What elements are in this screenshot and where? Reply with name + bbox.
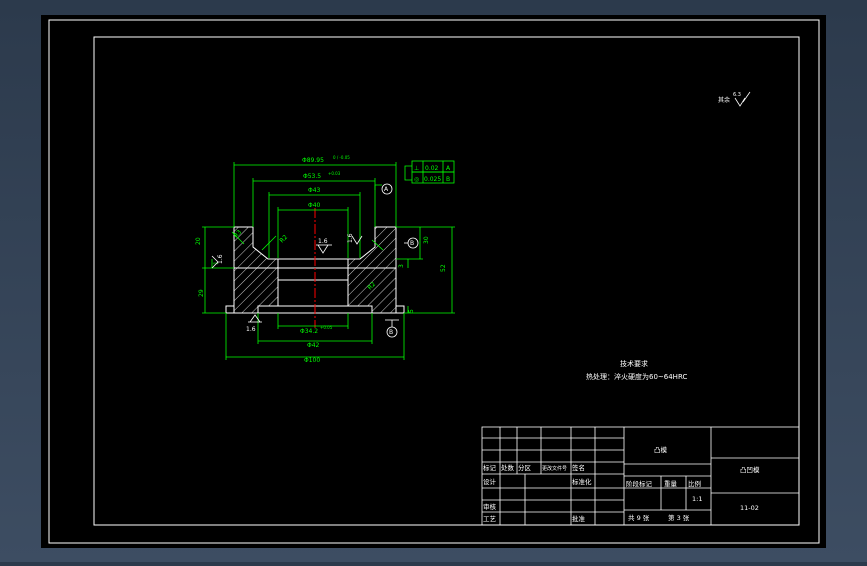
tol1-symbol: ⊥ xyxy=(414,165,419,172)
dim-right-bottom: 5 xyxy=(408,309,415,313)
label-review: 审核 xyxy=(483,502,497,511)
dim-right-total: 52 xyxy=(440,264,447,272)
roughness-note: 其余 xyxy=(718,96,730,104)
label-count: 处数 xyxy=(501,463,515,472)
label-standard: 标准化 xyxy=(572,477,592,486)
tech-req-title: 技术要求 xyxy=(620,359,648,368)
tolerance-frames: ⊥ 0.02 A ◎ 0.025 B xyxy=(404,160,455,184)
cad-drawing-viewport[interactable]: Φ89.95 0 / -0.05 Φ53.5 +0.03 Φ43 Φ40 Φ34… xyxy=(0,0,867,562)
label-change-doc: 更改文件号 xyxy=(542,465,567,472)
material-no: 11-02 xyxy=(740,504,759,512)
dim-mid-top-tol: +0.03 xyxy=(328,171,341,176)
label-process: 工艺 xyxy=(483,515,497,523)
tech-req-line: 热处理：淬火硬度为60~64HRC xyxy=(586,372,687,381)
roughness-r4: 1.6 xyxy=(246,326,256,333)
roughness-r3: 1.6 xyxy=(217,254,224,264)
tol2-value: 0.025 xyxy=(424,176,441,183)
roughness-note-value: 6.3 xyxy=(733,92,741,98)
label-zone: 分区 xyxy=(518,463,532,472)
dim-bottom-bore: Φ34.2 xyxy=(300,328,318,335)
dim-right-step: 3 xyxy=(398,264,405,268)
label-ratio: 比例 xyxy=(688,479,701,488)
label-approve: 批准 xyxy=(572,514,586,523)
datum-b: B xyxy=(389,329,393,336)
label-stage-mark: 阶段标记 xyxy=(626,479,653,488)
label-sign: 签名 xyxy=(572,463,585,472)
dim-mid-top: Φ53.5 xyxy=(303,173,321,180)
label-sheet-total: 共 9 张 xyxy=(628,513,650,522)
scale-value: 1:1 xyxy=(692,495,702,503)
label-mark: 标记 xyxy=(483,463,497,472)
roughness-r1: 1.6 xyxy=(318,238,328,245)
tol1-value: 0.02 xyxy=(425,165,439,172)
dim-bottom-mid: Φ42 xyxy=(307,342,320,349)
dim-outer-top: Φ89.95 xyxy=(302,157,324,164)
dim-left-lower: 29 xyxy=(198,289,205,297)
part-name: 凸模 xyxy=(654,445,668,454)
label-weight: 重量 xyxy=(664,480,678,488)
roughness-r2: 1.6 xyxy=(347,233,354,243)
drawing-name: 凸凹模 xyxy=(740,465,760,474)
label-sheet-no: 第 3 张 xyxy=(668,513,690,522)
dim-left-height: 20 xyxy=(195,237,202,245)
dim-bore2: Φ40 xyxy=(308,202,321,209)
drawing-sheet xyxy=(41,15,826,548)
drawing-canvas: Φ89.95 0 / -0.05 Φ53.5 +0.03 Φ43 Φ40 Φ34… xyxy=(41,15,826,548)
dim-bottom-outer: Φ100 xyxy=(304,357,320,364)
label-design: 设计 xyxy=(483,477,497,486)
dim-outer-top-tol: 0 / -0.05 xyxy=(333,155,350,160)
dim-right-top: 30 xyxy=(423,236,430,244)
dim-bottom-bore-tol: +0.05 xyxy=(320,325,333,330)
datum-c: B xyxy=(410,240,414,247)
dim-bore1: Φ43 xyxy=(308,187,321,194)
hatch-left-lower xyxy=(233,267,279,314)
tol2-datum: B xyxy=(446,176,450,183)
tol2-symbol: ◎ xyxy=(414,176,419,183)
